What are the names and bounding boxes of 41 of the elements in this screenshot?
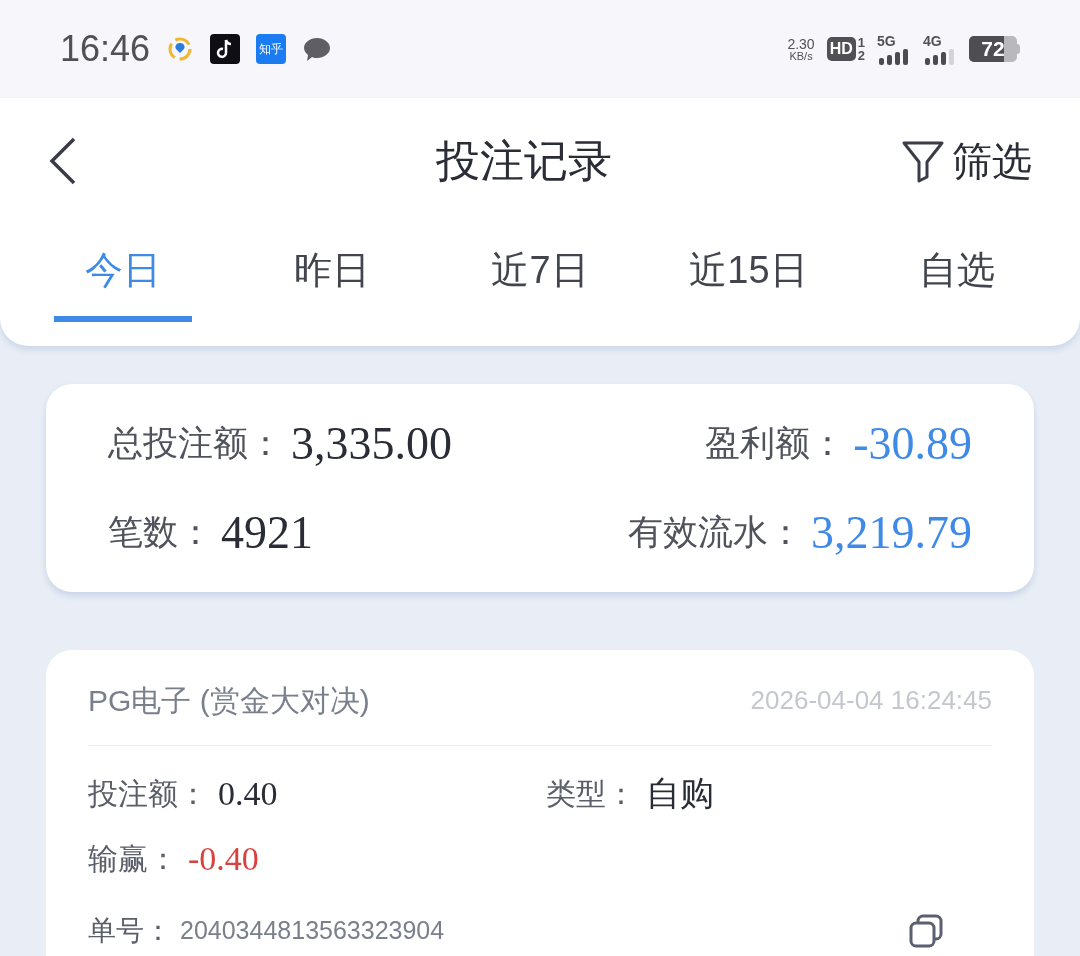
tab[interactable]: 今日 [54, 224, 192, 322]
battery-percent: 72 [980, 36, 1006, 62]
copy-icon [908, 913, 944, 949]
summary-value: 4921 [221, 506, 313, 560]
net-speed: 2.30 [787, 36, 815, 51]
field-label: 类型： [546, 776, 636, 812]
game-name: PG电子 (赏金大对决) [88, 683, 370, 719]
network-type: 4G [923, 33, 942, 48]
filter-button[interactable]: 筛选 [900, 131, 1032, 191]
field-label: 输赢： [88, 841, 178, 877]
summary-label: 有效流水： [628, 511, 803, 554]
net-speed-unit: KB/s [789, 50, 813, 62]
order-label: 单号： [88, 914, 172, 948]
tab[interactable]: 近15日 [679, 224, 818, 322]
chat-bubble-icon [302, 35, 333, 63]
tab[interactable]: 自选 [888, 224, 1026, 322]
field-value: 0.40 [218, 774, 278, 814]
field-label: 投注额： [88, 776, 208, 812]
bet-time: 2026-04-04 16:24:45 [750, 684, 992, 717]
music-note-icon [210, 34, 241, 64]
hd-badge: HD [826, 37, 856, 61]
tab[interactable]: 昨日 [262, 224, 401, 322]
summary-value: 3,335.00 [291, 417, 452, 471]
clock: 16:46 [60, 27, 151, 71]
field-value: -0.40 [188, 839, 259, 879]
network-type: 5G [877, 33, 896, 48]
summary-value: 3,219.79 [811, 506, 972, 560]
copy-button[interactable] [908, 913, 944, 949]
signal-bars-icon [877, 47, 911, 65]
summary-value: -30.89 [853, 417, 972, 471]
tab[interactable]: 近7日 [471, 224, 609, 322]
page-title: 投注记录 [435, 135, 613, 187]
summary-label: 笔数： [108, 511, 213, 554]
signal-bars-icon [923, 47, 957, 65]
sim-number: 1 [857, 36, 865, 49]
field-value: 自购 [646, 774, 714, 814]
order-number: 2040344813563323904 [180, 915, 445, 947]
app-icon: 知乎 [256, 34, 287, 64]
summary-label: 盈利额： [705, 422, 846, 465]
summary-label: 总投注额： [108, 422, 283, 465]
sim-number: 2 [857, 49, 865, 62]
